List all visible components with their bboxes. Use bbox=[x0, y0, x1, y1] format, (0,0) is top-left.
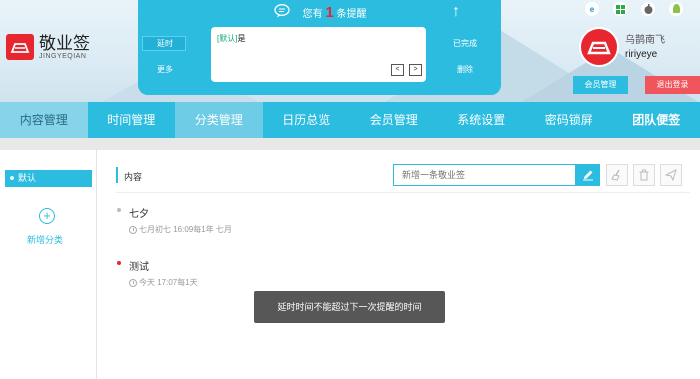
note-title[interactable]: 测试 bbox=[129, 258, 149, 273]
avatar[interactable] bbox=[579, 27, 619, 67]
logo-icon bbox=[6, 34, 34, 60]
clock-icon bbox=[129, 225, 137, 234]
item-dot bbox=[117, 208, 121, 212]
add-category-label[interactable]: 新增分类 bbox=[27, 233, 63, 246]
nav-category-management[interactable]: 分类管理 bbox=[175, 102, 263, 138]
add-category-icon[interactable]: + bbox=[39, 208, 55, 224]
note-meta: 七月初七 16:09每1年 七月 bbox=[129, 224, 232, 235]
clock-icon bbox=[129, 278, 137, 287]
android-icon[interactable] bbox=[669, 2, 683, 16]
completed-button[interactable]: 已完成 bbox=[453, 38, 477, 49]
reminder-header: 您有 1 条提醒 bbox=[302, 4, 367, 21]
reminder-category-tag: [默认] bbox=[217, 34, 238, 43]
note-title[interactable]: 七夕 bbox=[129, 205, 149, 220]
page-title: 内容 bbox=[124, 172, 143, 182]
category-sidebar: 默认 + 新增分类 bbox=[0, 150, 97, 379]
main-nav: 内容管理 时间管理 分类管理 日历总览 会员管理 系统设置 密码锁屏 团队便签 bbox=[0, 102, 700, 138]
nav-password-lock[interactable]: 密码锁屏 bbox=[525, 102, 613, 138]
nav-time-management[interactable]: 时间管理 bbox=[88, 102, 176, 138]
member-management-button[interactable]: 会员管理 bbox=[573, 76, 628, 94]
item-dot bbox=[117, 261, 121, 265]
category-default[interactable]: 默认 bbox=[5, 170, 92, 187]
logo: 敬业签 JINGYEQIAN bbox=[6, 34, 90, 60]
delay-button[interactable]: 延时 bbox=[142, 36, 186, 51]
reminder-content: [默认]是 < > bbox=[211, 27, 426, 82]
windows-icon[interactable] bbox=[613, 2, 627, 16]
trash-icon bbox=[639, 169, 649, 181]
trash-button[interactable] bbox=[633, 164, 655, 186]
nav-member-management[interactable]: 会员管理 bbox=[350, 102, 438, 138]
more-button[interactable]: 更多 bbox=[157, 64, 173, 75]
nav-calendar-overview[interactable]: 日历总览 bbox=[263, 102, 351, 138]
ie-icon[interactable]: e bbox=[585, 2, 599, 16]
clean-button[interactable] bbox=[606, 164, 628, 186]
new-note-input[interactable] bbox=[393, 164, 576, 186]
reminder-count: 1 bbox=[325, 4, 334, 21]
reminder-panel: 您有 1 条提醒 ↑ 延时 更多 已完成 删除 [默认]是 < > bbox=[138, 0, 501, 95]
delete-button[interactable]: 删除 bbox=[457, 64, 473, 75]
title-accent-bar bbox=[116, 167, 118, 183]
nav-content-management[interactable]: 内容管理 bbox=[0, 102, 88, 138]
reminder-text: 是 bbox=[237, 34, 246, 43]
edit-button[interactable] bbox=[576, 164, 600, 186]
nav-system-settings[interactable]: 系统设置 bbox=[438, 102, 526, 138]
username-cn: 乌鹊南飞 bbox=[625, 35, 665, 46]
broom-icon bbox=[611, 169, 620, 181]
divider bbox=[116, 192, 690, 193]
logo-subtitle: JINGYEQIAN bbox=[39, 52, 87, 60]
sub-bar bbox=[0, 138, 700, 150]
apple-icon[interactable] bbox=[641, 2, 655, 16]
collapse-arrow-icon[interactable]: ↑ bbox=[452, 3, 460, 21]
nav-team-notes[interactable]: 团队便签 bbox=[613, 102, 700, 138]
logout-button[interactable]: 退出登录 bbox=[645, 76, 700, 94]
username: ririyeye bbox=[625, 49, 658, 60]
logo-title: 敬业签 bbox=[39, 33, 90, 53]
note-meta: 今天 17:07每1天 bbox=[129, 277, 198, 288]
send-button[interactable] bbox=[660, 164, 682, 186]
toast-message: 延时时间不能超过下一次提醒的时间 bbox=[254, 291, 445, 323]
send-icon bbox=[665, 169, 677, 181]
pencil-icon bbox=[583, 170, 593, 181]
prev-reminder-button[interactable]: < bbox=[391, 64, 404, 76]
next-reminder-button[interactable]: > bbox=[409, 64, 422, 76]
